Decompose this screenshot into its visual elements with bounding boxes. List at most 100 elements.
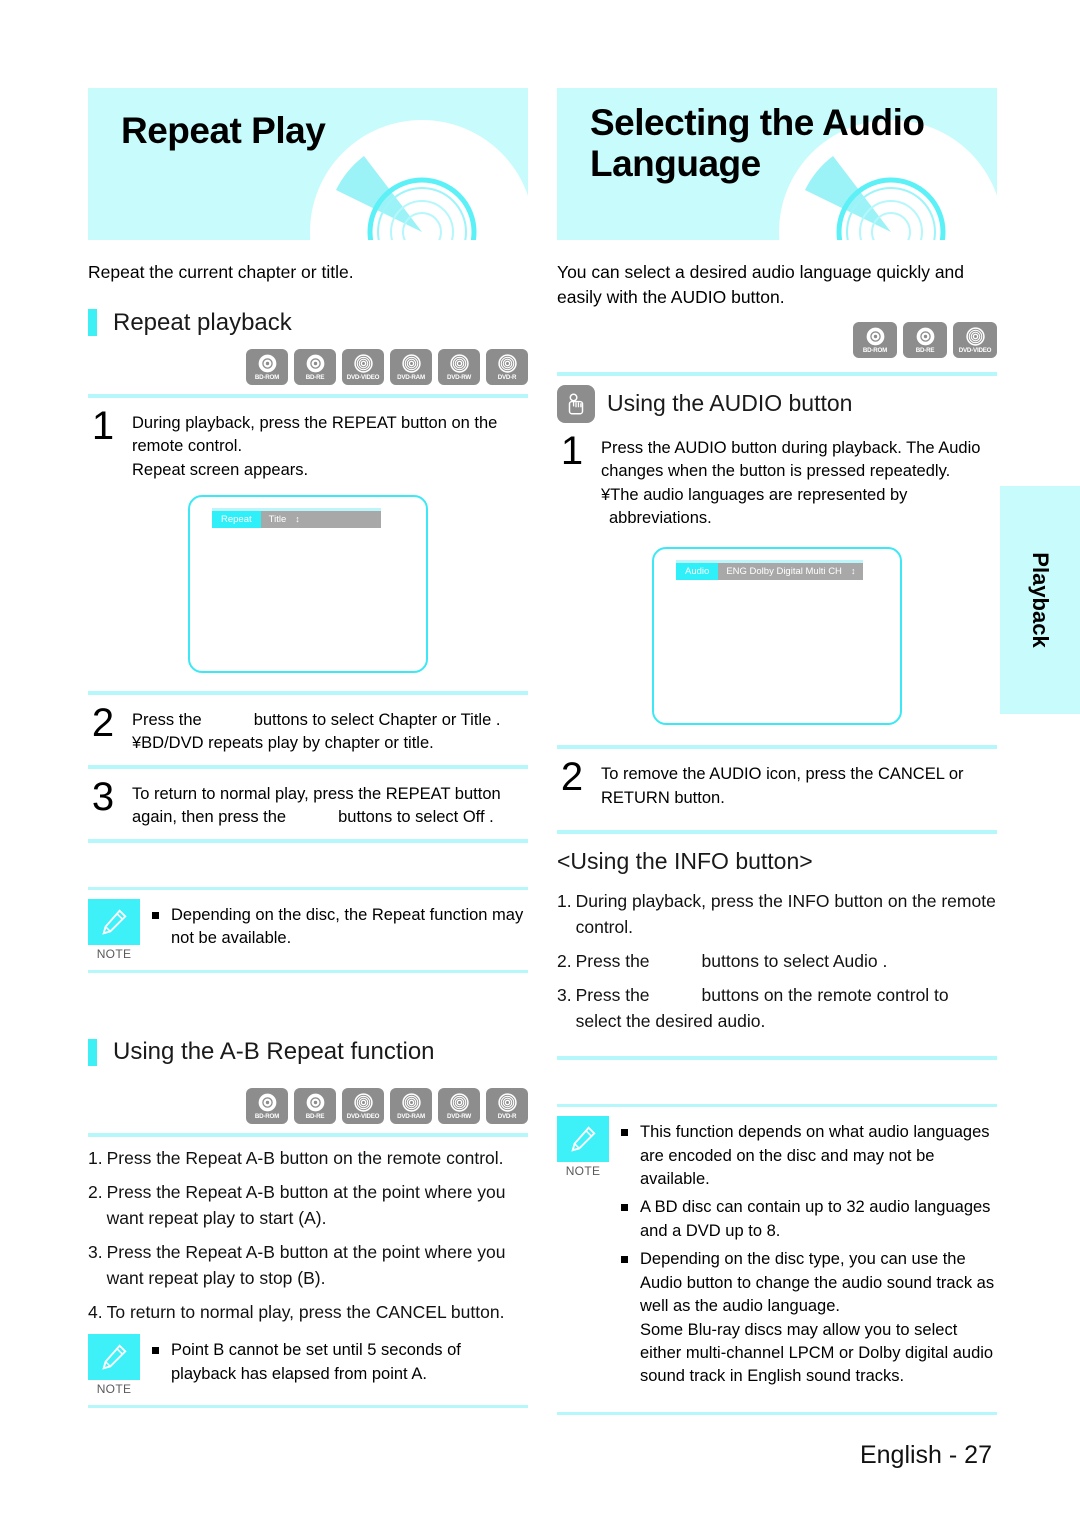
note-item: Point B cannot be set until 5 seconds of… <box>152 1339 528 1386</box>
disc-badge-bd-rom: BD-ROM <box>246 1088 288 1124</box>
osd-value: Title ↕ <box>260 510 381 528</box>
step-2: 2 Press the buttons to select Chapter or … <box>88 700 528 756</box>
divider <box>88 764 528 769</box>
left-column: Repeat Play Repeat the current chapter o… <box>88 88 528 1417</box>
note-divider-top <box>557 1104 997 1108</box>
bullet-icon <box>621 1256 628 1264</box>
note-item: A BD disc can contain up to 32 audio lan… <box>621 1196 997 1243</box>
audio-step-2: 2 To remove the AUDIO icon, press the CA… <box>557 757 997 810</box>
ab-step-item: 1. Press the Repeat A-B button on the rem… <box>88 1146 528 1171</box>
list-number: 3. <box>88 1242 103 1263</box>
disc-badge-bd-rom: BD-ROM <box>853 321 897 358</box>
list-number: 2. <box>557 951 572 971</box>
disc-badge-label: DVD-VIDEO <box>958 346 992 354</box>
note-divider-bottom <box>88 970 528 973</box>
disc-badge-bd-rom: BD-ROM <box>246 348 288 385</box>
disc-badge-label: DVD-R <box>497 373 517 381</box>
title-line: Language <box>590 143 761 185</box>
disc-badge-dvd-video: DVD-VIDEO <box>953 321 997 358</box>
repeat-playback-heading: Repeat playback <box>88 309 528 337</box>
disc-badge-dvd-r: DVD-R <box>486 348 528 385</box>
disc-badge-label: DVD-RW <box>446 373 472 381</box>
step-3: 3 To return to normal play, press the RE… <box>88 774 528 830</box>
disc-badge-dvd-r: DVD-R <box>486 1088 528 1124</box>
right-column: Selecting the Audio Language You can sel… <box>557 88 997 1424</box>
updown-arrow-icon: ↕ <box>850 566 856 577</box>
note-item-text: Depending on the disc type, you can use … <box>640 1248 997 1389</box>
info-step-item: 3. Press the buttons on the remote control… <box>557 983 997 1034</box>
note-block-ab: NOTE Point B cannot be set until 5 secon… <box>88 1334 528 1396</box>
divider <box>557 745 997 750</box>
step-text-post: buttons to select Off . <box>338 808 494 827</box>
note-badge: NOTE <box>88 899 140 961</box>
disc-badge-label: BD-RE <box>305 1112 325 1120</box>
list-text: buttons to select Audio . <box>701 951 888 971</box>
osd-highlight <box>212 507 381 511</box>
note-block-audio: NOTE This function depends on what audio… <box>557 1116 997 1394</box>
osd-value-label: ENG Dolby Digital Multi CH <box>726 566 842 578</box>
list-text: Press the Repeat A-B button at the point… <box>106 1242 506 1288</box>
list-text-wrap: Press the buttons to select Audio . <box>576 949 997 974</box>
heading-label: Using the AUDIO button <box>607 390 853 417</box>
divider <box>88 839 528 843</box>
note-label: NOTE <box>96 947 132 961</box>
updown-arrow-icon: ↕ <box>295 513 300 524</box>
step-number: 3 <box>91 774 115 819</box>
audio-step-1: 1 Press the AUDIO button during playback… <box>557 428 997 531</box>
list-number: 3. <box>557 985 572 1006</box>
list-number: 2. <box>88 1182 103 1203</box>
note-item-text: A BD disc can contain up to 32 audio lan… <box>640 1196 997 1243</box>
step-line: To remove the AUDIO icon, press the CANC… <box>601 765 964 784</box>
list-number: 1. <box>557 891 572 912</box>
disc-badge-bd-re: BD-RE <box>294 1088 336 1124</box>
bullet-icon <box>621 1204 628 1212</box>
heading-label: <Using the INFO button> <box>557 848 813 875</box>
disc-badge-label: DVD-RAM <box>397 1112 425 1120</box>
note-divider-bottom <box>88 1405 528 1409</box>
osd-value: ENG Dolby Digital Multi CH ↕ <box>718 563 864 581</box>
disc-compat-badges-audio: BD-ROM BD-RE DVD-VIDEO <box>557 321 997 358</box>
note-divider-bottom <box>557 1411 997 1415</box>
note-items: Point B cannot be set until 5 seconds of… <box>152 1334 528 1391</box>
step-text-pre: again, then press the <box>132 808 287 827</box>
step-line: To return to normal play, press the REPE… <box>132 784 501 803</box>
disc-badge-label: DVD-RW <box>446 1112 472 1120</box>
audio-button-heading: Using the AUDIO button <box>557 384 997 423</box>
step-text: To remove the AUDIO icon, press the CANC… <box>601 759 964 810</box>
step-line: Press the buttons to select Chapter or Ti… <box>132 709 500 733</box>
side-tab-playback: Playback <box>1000 486 1080 714</box>
title-line: Selecting the Audio <box>590 102 925 143</box>
step-text: To return to normal play, press the REPE… <box>132 779 501 830</box>
list-text-wrap: During playback, press the INFO button o… <box>576 889 997 940</box>
disc-badge-label: BD-RE <box>305 373 325 381</box>
step-line: ¥The audio languages are represented by <box>601 485 908 504</box>
disc-compat-badges-repeat: BD-ROM BD-RE DVD-VIDEO DVD-RAM DVD-RW DVD-R <box>88 348 528 385</box>
left-banner: Repeat Play <box>88 88 528 240</box>
info-step-item: 1. During playback, press the INFO button… <box>557 889 997 940</box>
list-text: During playback, press the INFO button o… <box>575 891 996 937</box>
list-number: 1. <box>88 1148 103 1168</box>
step-number: 2 <box>91 700 115 745</box>
disc-badge-label: DVD-R <box>497 1112 517 1120</box>
disc-badge-label: BD-ROM <box>862 346 888 354</box>
ab-repeat-heading: Using the A-B Repeat function <box>88 1038 528 1066</box>
step-text-post: buttons to select Chapter or Title . <box>253 710 501 729</box>
list-text: Press the <box>575 985 650 1006</box>
step-text-pre: Press the <box>132 710 202 729</box>
disc-badge-dvd-ram: DVD-RAM <box>390 1088 432 1124</box>
list-text: Press the <box>575 951 650 971</box>
note-item: This function depends on what audio lang… <box>621 1121 997 1191</box>
list-text: To return to normal play, press the CANC… <box>106 1301 505 1322</box>
bullet-icon <box>152 1347 159 1355</box>
step-number: 1 <box>560 428 584 473</box>
disc-badge-bd-re: BD-RE <box>903 321 947 358</box>
section-heading-label: Repeat playback <box>113 308 292 336</box>
repeat-screen-mockup: Repeat Title ↕ <box>188 494 428 673</box>
page-footer: English - 27 <box>859 1441 992 1469</box>
info-button-steps: 1. During playback, press the INFO button… <box>557 889 997 1034</box>
right-intro-text: You can select a desired audio language … <box>557 262 965 307</box>
note-items: Depending on the disc, the Repeat functi… <box>152 899 528 956</box>
manual-page: Repeat Play Repeat the current chapter o… <box>0 0 1080 1526</box>
note-label: NOTE <box>565 1164 601 1179</box>
osd-bar-repeat: Repeat Title ↕ <box>212 507 381 528</box>
